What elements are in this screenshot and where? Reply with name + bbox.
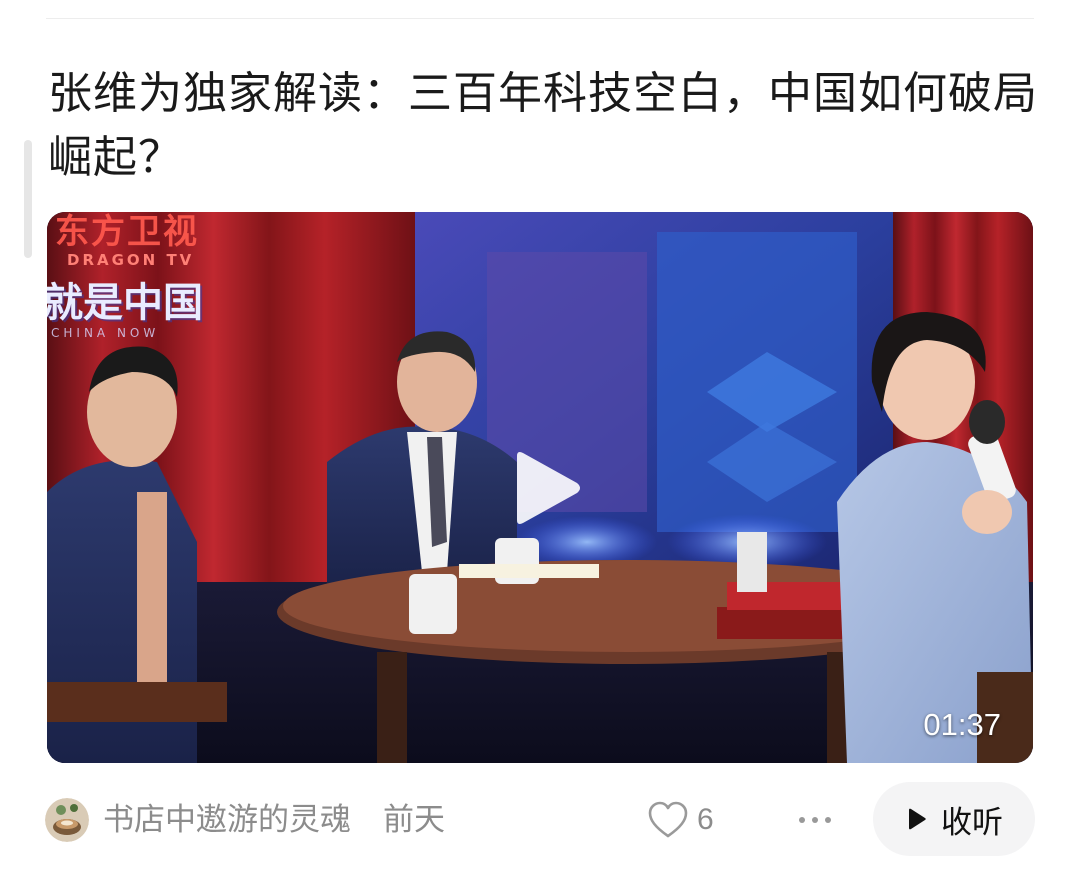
article-title[interactable]: 张维为独家解读：三百年科技空白，中国如何破局崛起？ <box>48 62 1038 190</box>
video-duration: 01:37 <box>923 707 1001 742</box>
play-icon[interactable] <box>507 448 587 528</box>
show-logo-text: 就是中国 <box>47 280 203 326</box>
top-divider <box>46 18 1034 19</box>
author-name[interactable]: 书店中遨游的灵魂 <box>103 800 351 840</box>
article-meta-bar: 书店中遨游的灵魂 前天 6 收听 <box>45 782 1035 858</box>
play-triangle-icon <box>909 808 926 830</box>
article-card: 张维为独家解读：三百年科技空白，中国如何破局崛起？ 东方卫视 DRAGON TV… <box>0 0 1080 887</box>
channel-watermark: 东方卫视 DRAGON TV 就是中国 CHINA NOW <box>47 212 203 340</box>
heart-outline-icon <box>648 801 688 838</box>
video-player[interactable]: 东方卫视 DRAGON TV 就是中国 CHINA NOW 01:37 <box>47 212 1033 763</box>
more-dots-icon[interactable] <box>797 806 833 834</box>
like-button[interactable]: 6 <box>647 798 714 842</box>
channel-logo-text: 东方卫视 <box>55 212 199 252</box>
show-logo-text-en: CHINA NOW <box>51 326 160 340</box>
listen-label: 收听 <box>941 804 1003 841</box>
scroll-indicator[interactable] <box>24 140 32 258</box>
like-count: 6 <box>697 803 714 836</box>
listen-button[interactable]: 收听 <box>873 782 1035 856</box>
publish-time: 前天 <box>383 802 445 838</box>
author-avatar[interactable] <box>45 798 89 842</box>
channel-logo-text-en: DRAGON TV <box>67 251 195 269</box>
